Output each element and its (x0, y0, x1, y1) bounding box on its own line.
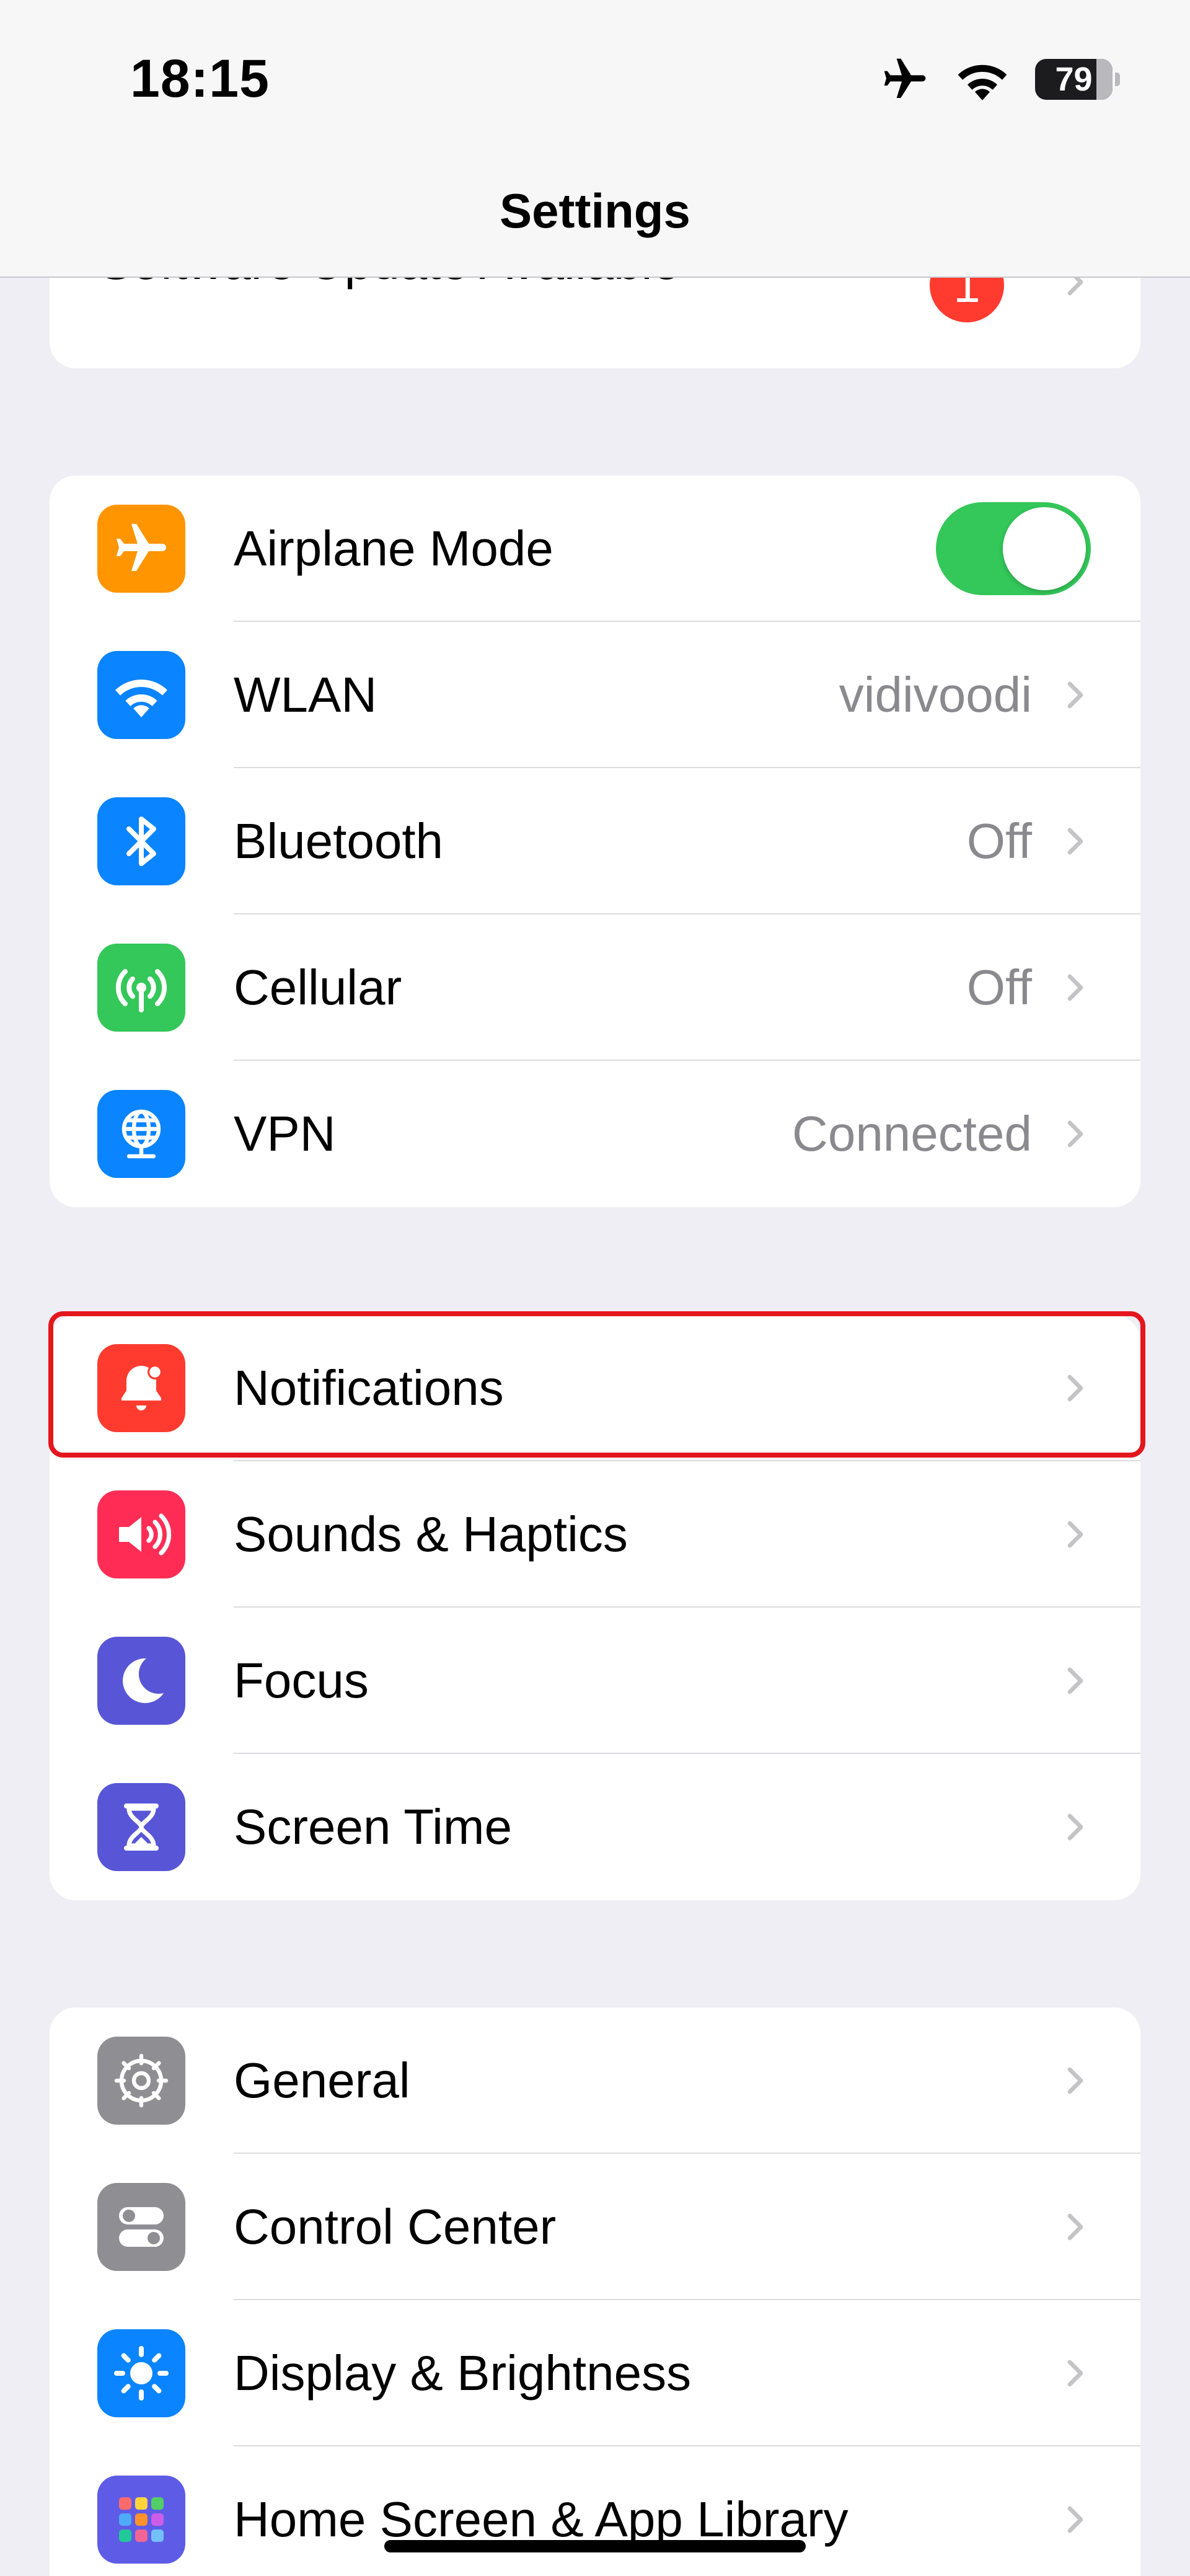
row-value: vidivoodi (839, 667, 1032, 722)
app-grid-icon (97, 2476, 185, 2564)
chevron-right-icon (1067, 974, 1083, 1001)
row-label: Airplane Mode (234, 521, 553, 576)
chevron-right-icon (1067, 1120, 1083, 1148)
system-group: General Control Center Display & Brightn… (50, 2007, 1140, 2576)
settings-row-focus[interactable]: Focus (50, 1608, 1140, 1754)
row-value: Off (966, 960, 1032, 1015)
antenna-icon (97, 944, 185, 1032)
moon-icon (97, 1637, 185, 1725)
chevron-right-icon (1067, 2360, 1083, 2387)
battery-icon: 79 (1035, 59, 1120, 100)
row-value: Off (966, 813, 1032, 869)
wifi-icon (97, 651, 185, 739)
chevron-right-icon (1067, 1374, 1083, 1402)
airplane-mode-toggle[interactable] (936, 502, 1091, 595)
row-label: Focus (234, 1653, 369, 1708)
settings-row-home-screen[interactable]: Home Screen & App Library (50, 2446, 1140, 2576)
settings-row-vpn[interactable]: VPN Connected (50, 1061, 1140, 1207)
settings-row-cellular[interactable]: Cellular Off (50, 914, 1140, 1061)
row-label: Display & Brightness (234, 2345, 692, 2401)
chevron-right-icon (1067, 1813, 1083, 1841)
battery-level: 79 (1055, 61, 1093, 98)
row-label: Cellular (234, 960, 402, 1015)
speaker-icon (97, 1490, 185, 1578)
status-icons: 79 (880, 55, 1120, 104)
row-label: Bluetooth (234, 813, 444, 869)
bluetooth-icon (97, 797, 185, 885)
row-label: Notifications (234, 1360, 504, 1415)
attention-group: Notifications Sounds & Haptics Focus Scr… (50, 1315, 1140, 1900)
row-label: WLAN (234, 667, 377, 722)
settings-row-airplane-mode[interactable]: Airplane Mode (50, 476, 1140, 622)
page-title: Settings (500, 184, 690, 238)
settings-row-general[interactable]: General (50, 2007, 1140, 2154)
chevron-right-icon (1067, 681, 1083, 709)
settings-row-wlan[interactable]: WLAN vidivoodi (50, 622, 1140, 768)
airplane-status-icon (884, 58, 926, 98)
chevron-right-icon (1067, 1667, 1083, 1694)
chevron-right-icon (1067, 2067, 1083, 2094)
hourglass-icon (97, 1783, 185, 1871)
airplane-icon (97, 505, 185, 593)
switches-icon (97, 2183, 185, 2271)
row-label: General (234, 2053, 410, 2108)
chevron-right-icon (1067, 828, 1083, 855)
settings-row-bluetooth[interactable]: Bluetooth Off (50, 768, 1140, 914)
wifi-status-icon (958, 64, 1007, 100)
sun-icon (97, 2329, 185, 2417)
row-label: VPN (234, 1106, 336, 1161)
row-value: Connected (792, 1106, 1032, 1161)
chevron-right-icon (1067, 2213, 1083, 2241)
globe-icon (97, 1090, 185, 1178)
settings-row-screen-time[interactable]: Screen Time (50, 1754, 1140, 1900)
gear-icon (97, 2037, 185, 2125)
settings-row-sounds-haptics[interactable]: Sounds & Haptics (50, 1461, 1140, 1608)
settings-row-notifications[interactable]: Notifications (50, 1315, 1140, 1461)
row-label: Screen Time (234, 1799, 513, 1854)
bell-icon (97, 1344, 185, 1432)
settings-row-display-brightness[interactable]: Display & Brightness (50, 2300, 1140, 2446)
row-label: Control Center (234, 2199, 557, 2254)
status-bar: 18:15 79 (0, 0, 1190, 155)
row-label: Sounds & Haptics (234, 1507, 628, 1562)
connectivity-group: Airplane Mode WLAN vidivoodi Bluetooth O… (50, 476, 1140, 1207)
status-time: 18:15 (130, 49, 270, 108)
home-indicator[interactable] (384, 2540, 806, 2552)
chevron-right-icon (1067, 1521, 1083, 1548)
chevron-right-icon (1067, 2506, 1083, 2533)
row-label: Home Screen & App Library (234, 2492, 848, 2547)
settings-row-control-center[interactable]: Control Center (50, 2154, 1140, 2300)
navigation-bar: Settings (0, 155, 1190, 278)
